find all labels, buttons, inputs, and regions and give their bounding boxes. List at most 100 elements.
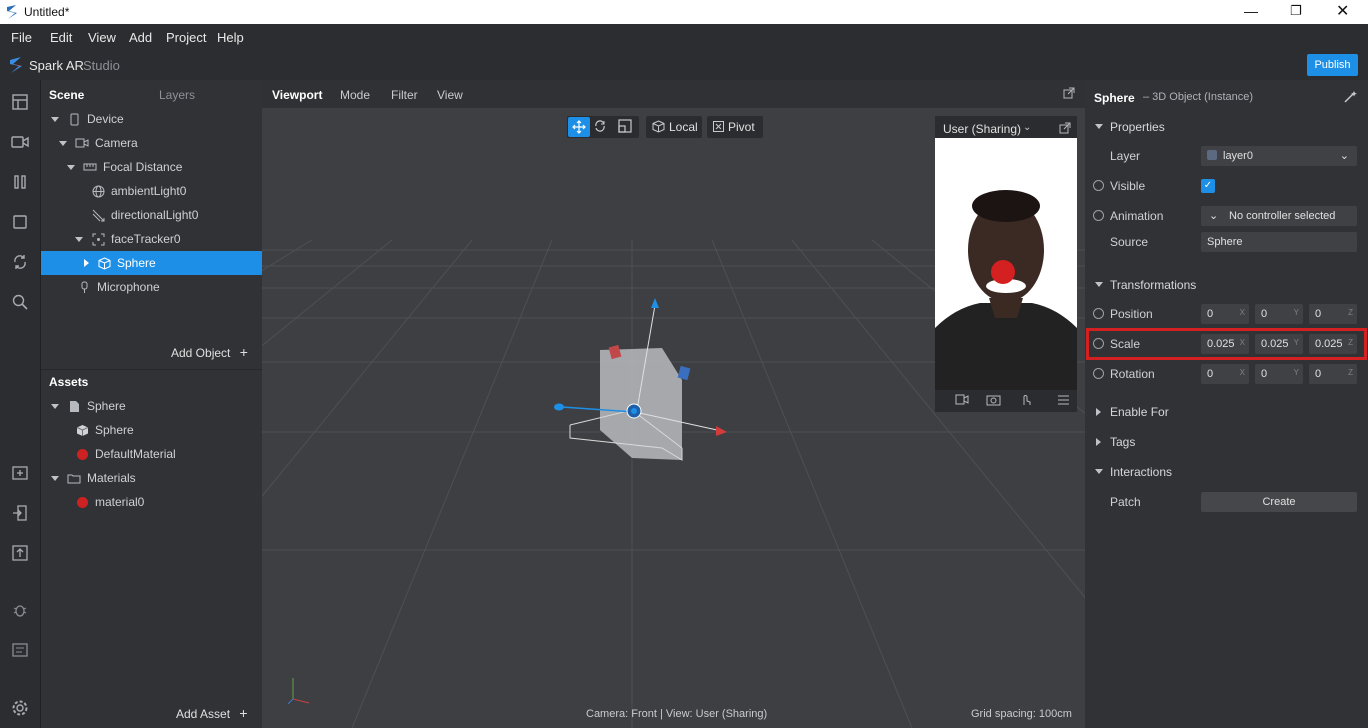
menu-add[interactable]: Add: [129, 30, 152, 45]
animation-select[interactable]: ⌄ No controller selected: [1201, 206, 1357, 226]
tab-filter[interactable]: Filter: [391, 88, 418, 102]
asset-item-sphere-file[interactable]: Sphere: [41, 394, 262, 418]
tab-layers[interactable]: Layers: [159, 88, 195, 102]
maximize-icon[interactable]: ❐: [1290, 3, 1302, 19]
divider: [41, 369, 262, 370]
tree-item-ambient-light[interactable]: ambientLight0: [41, 179, 262, 203]
pop-out-icon[interactable]: [1063, 87, 1075, 102]
tab-viewport[interactable]: Viewport: [272, 88, 322, 102]
rotation-z-input[interactable]: 0Z: [1309, 364, 1357, 384]
add-asset-button[interactable]: Add Asset +: [176, 705, 248, 721]
chevron-down-icon[interactable]: [51, 403, 59, 409]
chevron-down-icon[interactable]: ⌄: [1023, 122, 1031, 133]
chevron-down-icon[interactable]: [51, 116, 59, 122]
search-icon[interactable]: [10, 292, 30, 312]
menu-project[interactable]: Project: [166, 30, 206, 45]
rotation-x-input[interactable]: 0X: [1201, 364, 1249, 384]
section-tags[interactable]: Tags: [1085, 429, 1368, 455]
layout-icon[interactable]: [10, 92, 30, 112]
import-icon[interactable]: [10, 503, 30, 523]
connect-arrow-icon[interactable]: [1093, 210, 1104, 221]
video-icon[interactable]: [955, 394, 969, 408]
script-icon[interactable]: [10, 640, 30, 660]
chevron-down-icon[interactable]: [51, 475, 59, 481]
patch-label: Patch: [1110, 495, 1141, 509]
local-toggle[interactable]: Local: [646, 116, 702, 138]
animation-label: Animation: [1110, 209, 1164, 223]
pop-out-icon[interactable]: [1059, 122, 1071, 137]
tree-label: Focal Distance: [103, 160, 183, 174]
tree-item-sphere[interactable]: Sphere: [41, 251, 262, 275]
tree-item-device[interactable]: Device: [41, 107, 262, 131]
asset-item-sphere-mesh[interactable]: Sphere: [41, 418, 262, 442]
connect-arrow-icon[interactable]: [1093, 308, 1104, 319]
asset-item-materials-folder[interactable]: Materials: [41, 466, 262, 490]
assets-title: Assets: [49, 375, 89, 389]
menu-view[interactable]: View: [88, 30, 116, 45]
magic-wand-icon[interactable]: [1344, 90, 1357, 106]
add-folder-icon[interactable]: [10, 463, 30, 483]
stop-icon[interactable]: [10, 212, 30, 232]
rotate-tool-icon[interactable]: [593, 119, 607, 136]
tree-item-face-tracker[interactable]: faceTracker0: [41, 227, 262, 251]
chevron-down-icon[interactable]: [67, 164, 75, 170]
layer-select[interactable]: layer0 ⌄: [1201, 146, 1357, 166]
tree-item-directional-light[interactable]: directionalLight0: [41, 203, 262, 227]
refresh-icon[interactable]: [10, 252, 30, 272]
inspector-object-name: Sphere: [1094, 91, 1135, 105]
chevron-down-icon: ⌄: [1209, 210, 1219, 222]
close-icon[interactable]: ✕: [1336, 1, 1349, 21]
tab-mode[interactable]: Mode: [340, 88, 370, 102]
publish-button[interactable]: Publish: [1307, 54, 1358, 76]
create-patch-button[interactable]: Create: [1201, 492, 1357, 512]
tree-item-microphone[interactable]: Microphone: [41, 275, 262, 299]
rotation-y-input[interactable]: 0Y: [1255, 364, 1303, 384]
chevron-down-icon[interactable]: [75, 236, 83, 242]
menu-help[interactable]: Help: [217, 30, 244, 45]
chevron-right-icon[interactable]: [84, 259, 89, 267]
scale-tool-icon[interactable]: [618, 119, 632, 136]
add-object-button[interactable]: Add Object +: [171, 344, 248, 360]
asset-item-material0[interactable]: material0: [41, 490, 262, 514]
tab-scene[interactable]: Scene: [49, 88, 84, 102]
preview-view-select[interactable]: User (Sharing): [943, 122, 1021, 136]
pivot-toggle[interactable]: Pivot: [707, 116, 763, 138]
section-interactions[interactable]: Interactions: [1085, 459, 1368, 485]
viewport[interactable]: Viewport Mode Filter View Local Pivot Us…: [262, 80, 1085, 728]
tree-label: ambientLight0: [111, 184, 187, 198]
move-tool-icon[interactable]: [568, 117, 590, 137]
chevron-down-icon: ⌄: [1339, 150, 1349, 162]
viewport-tabs: Viewport Mode Filter View: [262, 80, 1085, 108]
tab-view[interactable]: View: [437, 88, 463, 102]
position-y-input[interactable]: 0Y: [1255, 304, 1303, 324]
position-x-input[interactable]: 0X: [1201, 304, 1249, 324]
bug-icon[interactable]: [10, 600, 30, 620]
local-label: Local: [669, 120, 698, 134]
position-z-input[interactable]: 0Z: [1309, 304, 1357, 324]
sphere-object-gizmo[interactable]: [542, 290, 732, 470]
upload-icon[interactable]: [10, 543, 30, 563]
touch-icon[interactable]: [1020, 393, 1032, 410]
settings-icon[interactable]: [10, 698, 30, 718]
visible-checkbox[interactable]: ✓: [1201, 179, 1215, 193]
video-icon[interactable]: [10, 132, 30, 152]
camera-preview-image: [935, 138, 1077, 390]
tree-item-focal-distance[interactable]: Focal Distance: [41, 155, 262, 179]
asset-item-default-material[interactable]: DefaultMaterial: [41, 442, 262, 466]
camera-icon: [75, 136, 89, 150]
minimize-icon[interactable]: —: [1244, 3, 1258, 19]
brand-bar: Spark AR Studio Publish: [0, 50, 1368, 80]
pause-icon[interactable]: [10, 172, 30, 192]
section-enable-for[interactable]: Enable For: [1085, 399, 1368, 425]
menu-file[interactable]: File: [11, 30, 32, 45]
menu-icon[interactable]: [1058, 394, 1069, 408]
screenshot-icon[interactable]: [986, 393, 1001, 409]
section-properties[interactable]: Properties: [1085, 114, 1368, 140]
section-transformations[interactable]: Transformations: [1085, 272, 1368, 298]
connect-arrow-icon[interactable]: [1093, 368, 1104, 379]
chevron-down-icon[interactable]: [59, 140, 67, 146]
connect-arrow-icon[interactable]: [1093, 180, 1104, 191]
menu-edit[interactable]: Edit: [50, 30, 72, 45]
tree-item-camera[interactable]: Camera: [41, 131, 262, 155]
source-field[interactable]: Sphere: [1201, 232, 1357, 252]
